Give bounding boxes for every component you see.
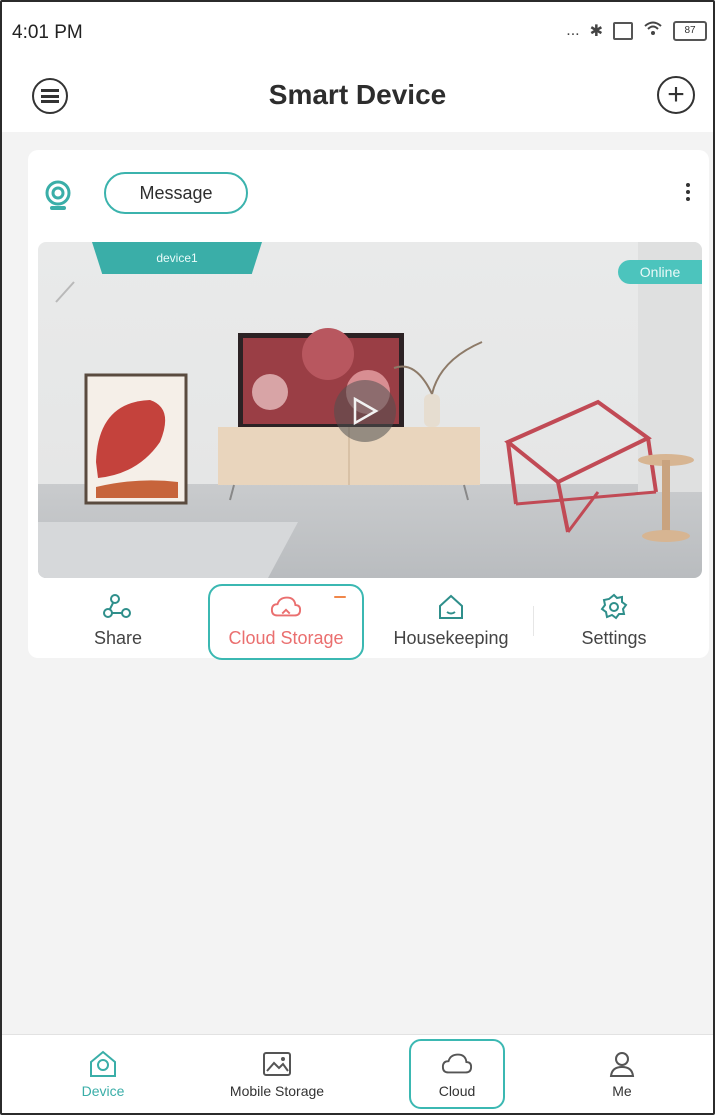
status-icons: ... ✱ 87 [566, 20, 707, 41]
settings-label: Settings [581, 628, 647, 648]
gear-icon [598, 592, 630, 622]
more-options-icon[interactable] [685, 180, 691, 206]
share-label: Share [93, 628, 143, 648]
bluetooth-icon: ✱ [589, 22, 603, 40]
device-actions: Share Cloud Storage Housekeeping Setting… [28, 584, 709, 660]
nav-mobile-storage-label: Mobile Storage [229, 1083, 325, 1099]
home-icon [435, 592, 467, 622]
wifi-icon [643, 20, 663, 41]
nav-cloud-label: Cloud [438, 1083, 476, 1099]
camera-preview[interactable]: device1 Online [38, 242, 702, 578]
nav-device[interactable]: Device [62, 1035, 144, 1113]
battery-icon: 87 [673, 20, 707, 41]
image-icon [261, 1049, 293, 1079]
app-header: Smart Device + [2, 62, 713, 132]
add-device-button[interactable]: + [657, 76, 695, 114]
share-icon [102, 592, 134, 622]
new-badge [334, 596, 346, 598]
play-button[interactable] [334, 380, 396, 442]
online-status-badge: Online [618, 260, 702, 284]
status-bar: 4:01 PM ... ✱ 87 [2, 2, 713, 62]
app-screen: 4:01 PM ... ✱ 87 Smart Device + Message [0, 0, 715, 1115]
message-button[interactable]: Message [104, 172, 248, 214]
page-title: Smart Device [268, 79, 447, 110]
device-name-tag: device1 [92, 242, 262, 274]
device-card: Message device1 Online Share Cloud Stora… [28, 150, 709, 660]
nav-cloud[interactable]: Cloud [409, 1039, 505, 1109]
action-divider [533, 606, 534, 636]
housekeeping-action[interactable]: Housekeeping [374, 586, 528, 658]
nav-me-label: Me [612, 1083, 632, 1099]
status-time: 4:01 PM [12, 22, 83, 43]
camera-icon[interactable] [44, 180, 72, 214]
cloud-storage-label: Cloud Storage [228, 628, 344, 648]
settings-action[interactable]: Settings [544, 586, 684, 658]
cloud-upload-icon [270, 592, 302, 622]
signal-dots-icon: ... [566, 21, 580, 39]
nav-mobile-storage[interactable]: Mobile Storage [207, 1035, 347, 1113]
cloud-storage-action[interactable]: Cloud Storage [208, 584, 364, 660]
cloud-icon [441, 1049, 473, 1079]
housekeeping-label: Housekeeping [393, 628, 509, 648]
device-icon [87, 1049, 119, 1079]
nav-me[interactable]: Me [582, 1035, 662, 1113]
share-action[interactable]: Share [48, 586, 188, 658]
play-icon [353, 396, 379, 426]
user-icon [606, 1049, 638, 1079]
sim-icon [613, 21, 633, 40]
bottom-navigation: Device Mobile Storage Cloud Me [2, 1034, 713, 1113]
nav-device-label: Device [81, 1083, 125, 1099]
plus-icon: + [667, 78, 685, 111]
